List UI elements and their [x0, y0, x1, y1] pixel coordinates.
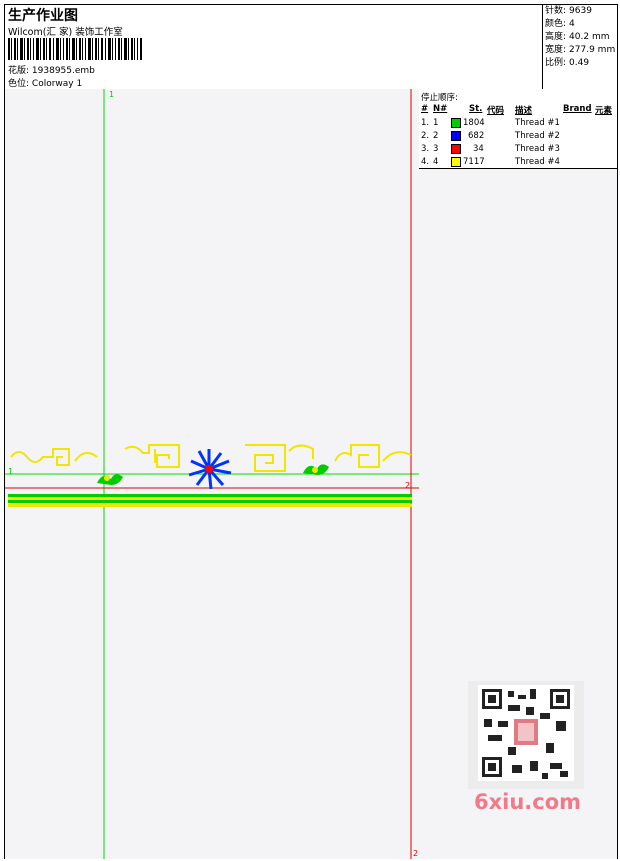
stats-panel: 针数: 9639 颜色: 4 高度: 40.2 mm 宽度: 277.9 mm 比例: 0… [542, 5, 617, 89]
stat-scale: 比例: 0.49 [545, 58, 590, 68]
studio-name: Wilcom(汇 家) 装饰工作室 [8, 27, 123, 38]
design-file-line: 花版: 1938955.emb [8, 63, 95, 76]
col-brand: Brand [563, 104, 592, 114]
stat-stitches: 针数: 9639 [545, 6, 592, 16]
design-canvas: 1 1 2 2 [5, 89, 420, 859]
yellow-border-row [8, 497, 412, 500]
green-yellow-flower-right [303, 464, 329, 475]
col-description: 描述 [515, 106, 533, 116]
stat-colors: 颜色: 4 [545, 19, 575, 29]
color-swatch [451, 131, 461, 141]
colorway-line: 色位: Colorway 1 [8, 76, 82, 89]
col-element: 元素 [595, 106, 613, 116]
watermark-text: 6xiu.com [474, 790, 582, 814]
stop-sequence-table: 停止顺序: # N# St. 代码 描述 Brand 元素 1. 1 1804 … [419, 89, 617, 169]
page-title: 生产作业图 [8, 8, 78, 24]
red-flower-center [205, 465, 213, 473]
header: 生产作业图 Wilcom(汇 家) 装饰工作室 花版: 1938955.emb … [5, 5, 617, 90]
green-yellow-flower-left [97, 474, 123, 485]
col-code: 代码 [487, 106, 505, 116]
table-row: 1. 1 1804 Thread #1 [421, 118, 560, 128]
colorway-value: Colorway 1 [31, 79, 83, 89]
guide-marker-bottom: 2 [413, 849, 419, 858]
stop-sequence-title: 停止顺序: [421, 93, 458, 103]
embroidery-preview [5, 89, 419, 859]
guide-marker-top: 1 [109, 90, 115, 99]
design-label: 花版: [8, 66, 30, 76]
green-border-row [8, 494, 412, 497]
color-swatch [451, 157, 461, 167]
table-row: 4. 4 7117 Thread #4 [421, 157, 560, 167]
design-file: 1938955.emb [31, 66, 95, 76]
guide-marker-left: 1 [8, 467, 14, 476]
yellow-border-row [8, 504, 412, 507]
green-border-row [8, 500, 412, 503]
guide-marker-right: 2 [405, 481, 411, 490]
qr-code [468, 681, 584, 789]
colorway-label: 色位: [8, 79, 30, 89]
col-stitches: St. [469, 104, 483, 114]
barcode [8, 38, 142, 60]
color-swatch [451, 144, 461, 154]
color-swatch [451, 118, 461, 128]
stat-height: 高度: 40.2 mm [545, 32, 610, 42]
stat-width: 宽度: 277.9 mm [545, 45, 616, 55]
table-row: 2. 2 682 Thread #2 [421, 131, 560, 141]
col-number: N# [433, 104, 448, 114]
col-hash: # [421, 104, 429, 114]
table-row: 3. 3 34 Thread #3 [421, 144, 560, 154]
